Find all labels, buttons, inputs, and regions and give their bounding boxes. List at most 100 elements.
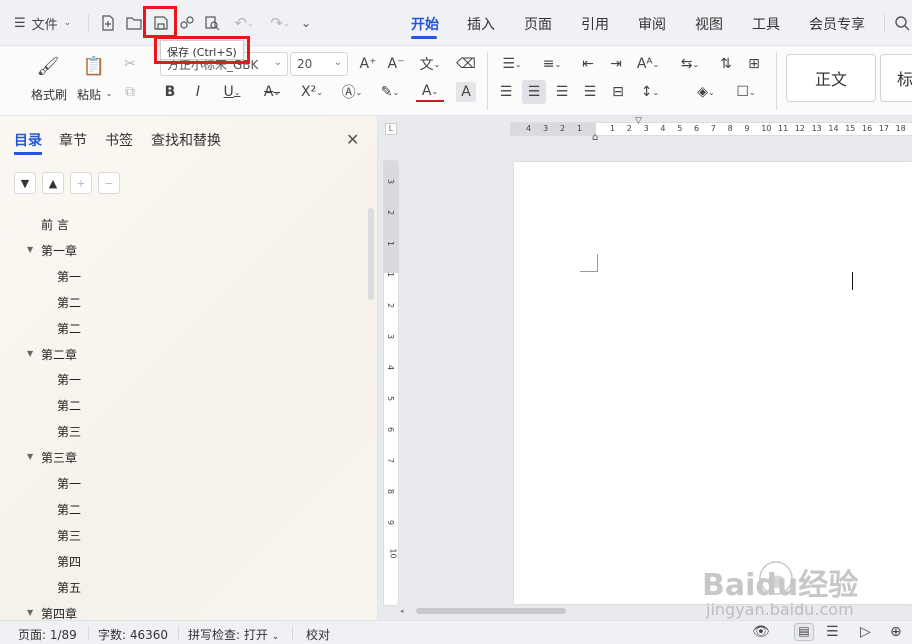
nav-tab-0[interactable]: 目录 <box>14 130 42 150</box>
paste-dropdown-icon[interactable]: ⌄ <box>104 86 114 100</box>
page-indicator[interactable]: 页面: 1/89 <box>18 626 77 643</box>
align-right-icon[interactable]: ☰ <box>552 82 572 102</box>
scroll-thumb[interactable] <box>416 608 566 614</box>
spell-check-toggle[interactable]: 拼写检查: 打开 ⌄ <box>188 626 279 643</box>
expand-triangle-icon[interactable]: ▼ <box>27 452 33 461</box>
align-left-icon[interactable]: ☰ <box>496 82 516 102</box>
toc-section-item[interactable]: 第二 <box>57 294 81 311</box>
toc-chapter-item[interactable]: 前 言 <box>41 216 69 233</box>
toc-section-item[interactable]: 第三 <box>57 423 81 440</box>
grow-font-icon[interactable]: A⁺ <box>358 54 378 74</box>
toc-section-item[interactable]: 第五 <box>57 579 81 596</box>
toc-section-item[interactable]: 第二 <box>57 501 81 518</box>
add-heading-icon[interactable]: + <box>70 172 92 194</box>
expand-triangle-icon[interactable]: ▼ <box>27 349 33 358</box>
font-color-icon[interactable]: A ⌄ <box>416 82 444 102</box>
highlight-color-icon[interactable]: ✎ ⌄ <box>376 82 404 102</box>
redo-icon[interactable]: ↷ ⌄ <box>268 10 292 36</box>
document-page[interactable] <box>514 162 912 604</box>
tab-3[interactable]: 引用 <box>581 14 609 34</box>
more-chevron-icon[interactable]: ⌄ <box>294 10 318 36</box>
align-center-icon[interactable]: ☰ <box>522 80 546 104</box>
strikethrough-icon[interactable]: A ⌄ <box>258 82 286 102</box>
paste-icon[interactable]: 📋 <box>82 54 106 78</box>
style-heading-card[interactable]: 标 <box>880 54 912 102</box>
sort-icon[interactable]: ⇅ <box>716 54 736 74</box>
paste-label[interactable]: 粘贴 <box>77 86 101 103</box>
change-case-icon[interactable]: Aᴬ ⌄ <box>634 54 662 74</box>
underline-icon[interactable]: U ⌄ <box>218 82 246 102</box>
tab-2[interactable]: 页面 <box>524 14 552 34</box>
text-direction-icon[interactable]: ⇆ ⌄ <box>676 54 704 74</box>
sidebar-scrollbar[interactable] <box>368 208 374 300</box>
remove-heading-icon[interactable]: − <box>98 172 120 194</box>
search-icon[interactable] <box>890 10 912 36</box>
expand-up-icon[interactable]: ▲ <box>42 172 64 194</box>
format-painter-label[interactable]: 格式刷 <box>31 86 67 103</box>
scroll-left-icon[interactable]: ◂ <box>400 607 404 615</box>
numbered-list-icon[interactable]: ≡ ⌄ <box>538 54 566 74</box>
tab-6[interactable]: 工具 <box>752 14 780 34</box>
tab-0[interactable]: 开始 <box>411 14 439 34</box>
toc-chapter-item[interactable]: 第三章 <box>41 449 77 466</box>
nav-tab-3[interactable]: 查找和替换 <box>151 130 221 150</box>
share-link-icon[interactable] <box>175 10 199 36</box>
show-marks-icon[interactable]: ⊞ <box>744 54 764 74</box>
undo-icon[interactable]: ↶ ⌄ <box>232 10 256 36</box>
expand-triangle-icon[interactable]: ▼ <box>27 608 33 617</box>
shrink-font-icon[interactable]: A⁻ <box>386 54 406 74</box>
font-size-select[interactable]: 20 ⌄ <box>290 52 348 76</box>
file-menu[interactable]: ☰ 文件 ⌄ <box>14 10 71 36</box>
toc-section-item[interactable]: 第一 <box>57 268 81 285</box>
tab-1[interactable]: 插入 <box>467 14 495 34</box>
expand-triangle-icon[interactable]: ▼ <box>27 245 33 254</box>
toc-section-item[interactable]: 第一 <box>57 475 81 492</box>
phonetic-guide-icon[interactable]: 文 ⌄ <box>416 54 444 74</box>
tab-5[interactable]: 视图 <box>695 14 723 34</box>
decrease-indent-icon[interactable]: ⇤ <box>578 54 598 74</box>
tab-stop-selector-icon[interactable]: L <box>385 123 397 135</box>
italic-icon[interactable]: I <box>188 82 208 102</box>
style-normal-card[interactable]: 正文 <box>786 54 876 102</box>
word-count[interactable]: 字数: 46360 <box>98 626 168 643</box>
tab-4[interactable]: 审阅 <box>638 14 666 34</box>
superscript-icon[interactable]: X² ⌄ <box>298 82 326 102</box>
toc-section-item[interactable]: 第二 <box>57 397 81 414</box>
print-preview-icon[interactable] <box>200 10 224 36</box>
distributed-align-icon[interactable]: ⊟ <box>608 82 628 102</box>
character-shading-icon[interactable]: A <box>456 82 476 102</box>
nav-tab-2[interactable]: 书签 <box>105 130 133 150</box>
reading-mode-eye-icon[interactable]: 👁 <box>752 624 770 640</box>
outline-view-icon[interactable]: ☰ <box>826 624 839 640</box>
justify-icon[interactable]: ☰ <box>580 82 600 102</box>
paragraph-shading-icon[interactable]: ◈ ⌄ <box>692 82 720 102</box>
page-view-icon[interactable]: ▤ <box>794 623 814 641</box>
play-presentation-icon[interactable]: ▷ <box>860 624 871 640</box>
text-effect-icon[interactable]: Ⓐ ⌄ <box>338 82 366 102</box>
toc-section-item[interactable]: 第一 <box>57 371 81 388</box>
cut-icon[interactable]: ✂ <box>120 54 140 74</box>
close-icon[interactable]: ✕ <box>346 130 359 149</box>
increase-indent-icon[interactable]: ⇥ <box>606 54 626 74</box>
bold-icon[interactable]: B <box>160 82 180 102</box>
toc-section-item[interactable]: 第三 <box>57 527 81 544</box>
toc-chapter-item[interactable]: 第一章 <box>41 242 77 259</box>
copy-icon[interactable]: ⧉ <box>120 82 140 102</box>
clear-format-eraser-icon[interactable]: ⌫ <box>456 54 476 74</box>
new-document-icon[interactable] <box>96 10 120 36</box>
toc-chapter-item[interactable]: 第二章 <box>41 346 77 363</box>
format-painter-icon[interactable]: 🖌 <box>36 54 60 78</box>
line-spacing-icon[interactable]: ↕ ⌄ <box>636 82 664 102</box>
vertical-ruler[interactable]: 3 2 1 1 2 3 4 5 6 7 8 9 10 <box>383 160 399 606</box>
horizontal-ruler[interactable]: 4 3 2 1 1 2 3 4 5 6 7 8 9 10 11 12 13 14 15 16 17 18 <box>510 122 912 136</box>
web-view-globe-icon[interactable]: ⊕ <box>890 624 902 640</box>
nav-tab-1[interactable]: 章节 <box>59 130 87 150</box>
borders-icon[interactable]: ☐ ⌄ <box>732 82 760 102</box>
indent-marker-icon[interactable]: ⌂ <box>592 132 602 146</box>
proofread-button[interactable]: 校对 <box>306 626 330 643</box>
collapse-down-icon[interactable]: ▼ <box>14 172 36 194</box>
toc-section-item[interactable]: 第四 <box>57 553 81 570</box>
first-line-indent-icon[interactable]: ▽ <box>635 116 642 126</box>
toc-section-item[interactable]: 第二 <box>57 320 81 337</box>
bullet-list-icon[interactable]: ☰ ⌄ <box>498 54 526 74</box>
